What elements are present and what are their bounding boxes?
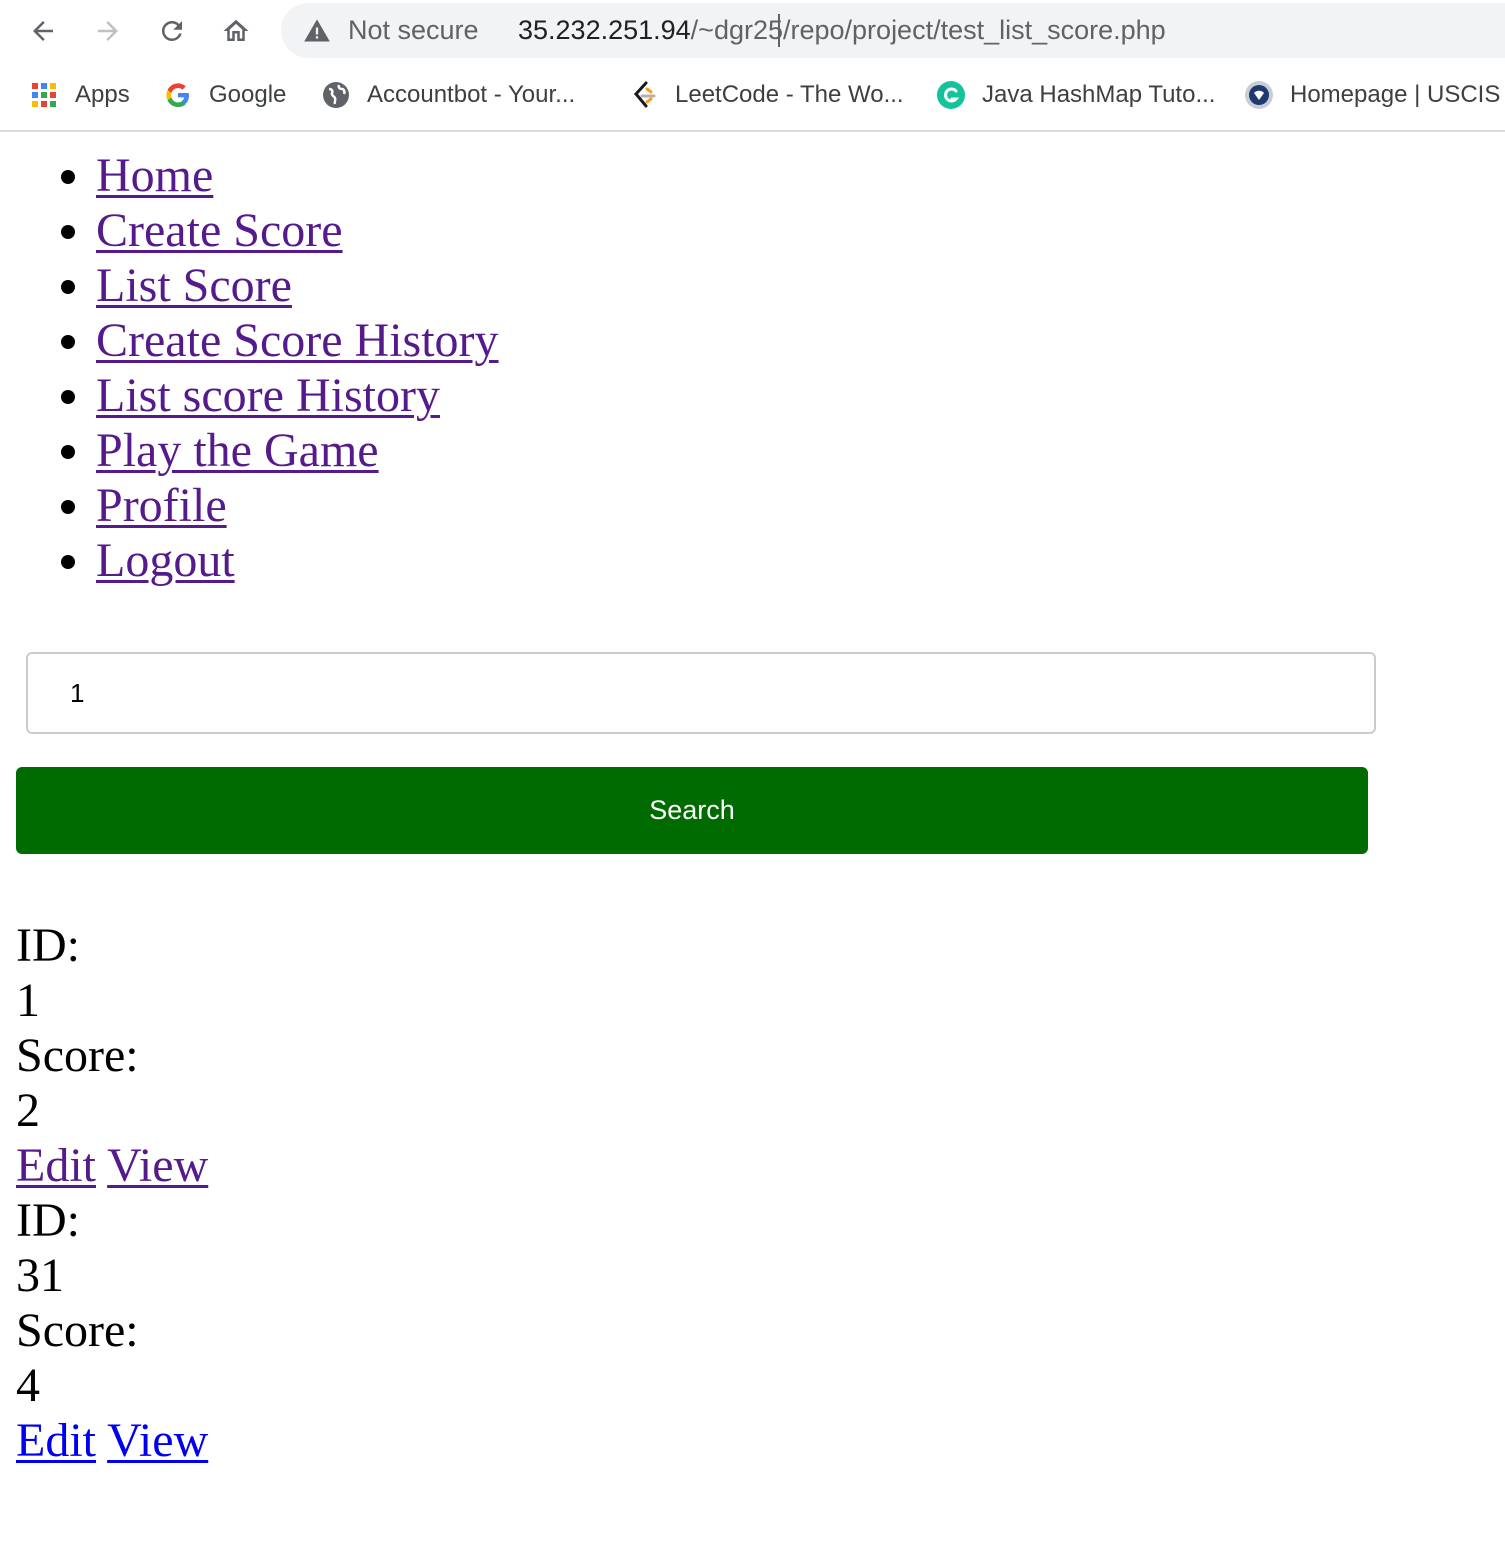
- main-nav-list: Home Create Score List Score Create Scor…: [0, 148, 499, 588]
- bookmark-label: LeetCode - The Wo...: [675, 81, 904, 108]
- nav-item-create-score: Create Score: [96, 203, 499, 258]
- forward-arrow-icon: [98, 21, 118, 41]
- bookmark-label: Homepage | USCIS: [1290, 81, 1501, 108]
- view-link[interactable]: View: [107, 1139, 208, 1192]
- nav-item-list-score: List Score: [96, 258, 499, 313]
- result-id-value: 1: [16, 974, 40, 1027]
- reload-button[interactable]: [150, 9, 194, 53]
- bookmark-google[interactable]: Google: [163, 78, 286, 112]
- result-id-value: 31: [16, 1249, 64, 1302]
- security-status[interactable]: Not secure: [348, 15, 479, 46]
- nav-link-profile[interactable]: Profile: [96, 479, 227, 532]
- nav-link-list-score[interactable]: List Score: [96, 259, 292, 312]
- bookmark-label: Java HashMap Tuto...: [982, 81, 1216, 108]
- leetcode-icon: [629, 80, 659, 110]
- browser-toolbar: Not secure 35.232.251.94/~dgr25/repo/pro…: [0, 0, 1505, 62]
- result-actions: Edit View: [16, 1413, 208, 1468]
- grammarly-icon: [936, 80, 966, 110]
- url-path: /~dgr25/repo/project/test_list_score.php: [690, 15, 1166, 45]
- warning-icon: [304, 19, 330, 42]
- result-id-label: ID:: [16, 919, 80, 972]
- bookmark-label: Accountbot - Your...: [367, 81, 576, 108]
- edit-link[interactable]: Edit: [16, 1139, 96, 1192]
- nav-link-create-score[interactable]: Create Score: [96, 204, 343, 257]
- search-input[interactable]: [26, 652, 1376, 734]
- back-arrow-icon: [33, 21, 53, 41]
- result-score-value: 4: [16, 1359, 40, 1412]
- nav-link-list-score-history[interactable]: List score History: [96, 369, 440, 422]
- result-actions: Edit View: [16, 1138, 208, 1193]
- reload-icon: [161, 20, 182, 41]
- home-icon: [223, 19, 249, 41]
- nav-link-logout[interactable]: Logout: [96, 534, 235, 587]
- forward-button[interactable]: [86, 9, 130, 53]
- nav-link-play-game[interactable]: Play the Game: [96, 424, 379, 477]
- bookmark-label: Google: [209, 81, 287, 108]
- edit-link[interactable]: Edit: [16, 1414, 96, 1467]
- result-score-label: Score:: [16, 1029, 139, 1082]
- bookmarks-bar: Apps Google Accountbot - Your... LeetCod…: [0, 62, 1505, 132]
- nav-link-home[interactable]: Home: [96, 149, 213, 202]
- google-icon: [163, 80, 193, 110]
- home-button[interactable]: [214, 9, 258, 53]
- search-button[interactable]: Search: [16, 767, 1368, 854]
- uscis-seal-icon: [1244, 80, 1274, 110]
- result-score-value: 2: [16, 1084, 40, 1137]
- nav-link-create-score-history[interactable]: Create Score History: [96, 314, 499, 367]
- address-bar[interactable]: Not secure 35.232.251.94/~dgr25/repo/pro…: [281, 3, 1505, 58]
- globe-icon: [321, 80, 351, 110]
- url-host: 35.232.251.94: [518, 15, 691, 45]
- bookmark-leetcode[interactable]: LeetCode - The Wo...: [629, 78, 904, 112]
- result-id-label: ID:: [16, 1194, 80, 1247]
- url-text[interactable]: 35.232.251.94/~dgr25/repo/project/test_l…: [518, 15, 1166, 46]
- nav-item-profile: Profile: [96, 478, 499, 533]
- nav-item-create-score-history: Create Score History: [96, 313, 499, 368]
- nav-item-home: Home: [96, 148, 499, 203]
- bookmark-accountbot[interactable]: Accountbot - Your...: [321, 78, 575, 112]
- bookmark-uscis[interactable]: Homepage | USCIS: [1244, 78, 1500, 112]
- view-link[interactable]: View: [107, 1414, 208, 1467]
- back-button[interactable]: [21, 9, 65, 53]
- result-score-label: Score:: [16, 1304, 139, 1357]
- results-list: ID: 1 Score: 2 Edit View ID: 31 Score: 4…: [16, 918, 208, 1468]
- bookmark-apps[interactable]: Apps: [29, 78, 130, 112]
- nav-item-logout: Logout: [96, 533, 499, 588]
- apps-grid-icon: [29, 80, 59, 110]
- bookmark-label: Apps: [75, 81, 130, 108]
- nav-item-play-game: Play the Game: [96, 423, 499, 478]
- bookmark-java-hashmap[interactable]: Java HashMap Tuto...: [936, 78, 1215, 112]
- nav-item-list-score-history: List score History: [96, 368, 499, 423]
